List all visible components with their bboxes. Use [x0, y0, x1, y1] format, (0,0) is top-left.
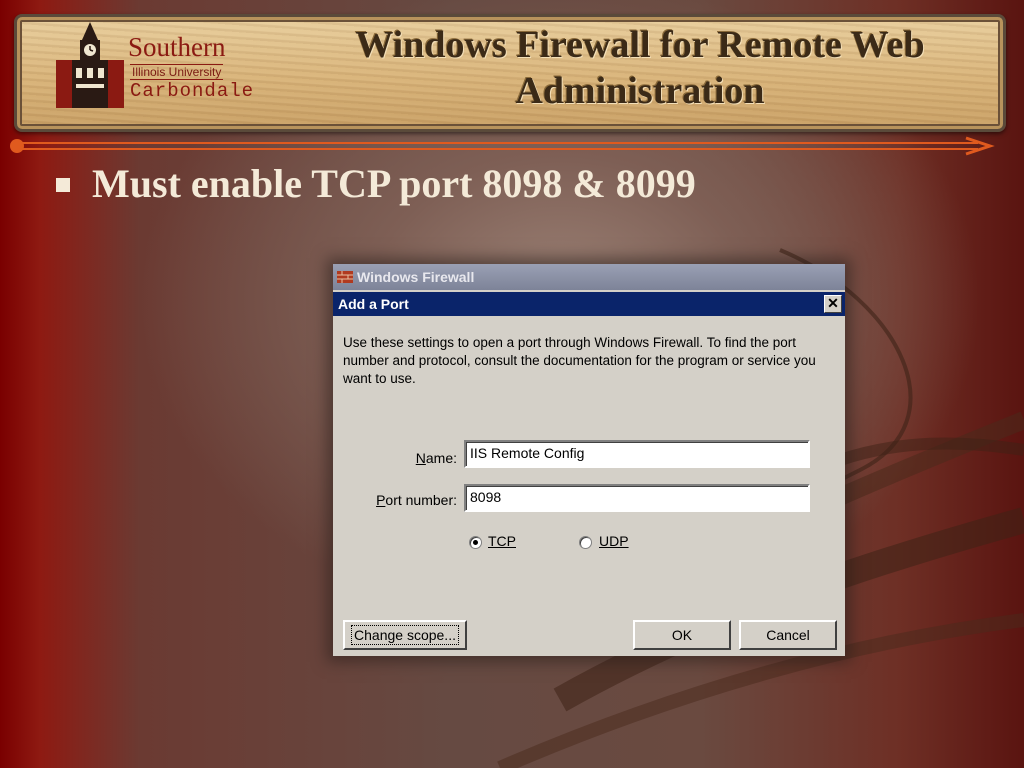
- slide-title: Windows Firewall for Remote Web Administ…: [290, 22, 990, 114]
- logo-illinois-university: Illinois University: [130, 64, 224, 80]
- change-scope-button[interactable]: Change scope...: [343, 620, 467, 650]
- radio-selected-dot: [473, 540, 478, 545]
- close-icon: ✕: [827, 295, 839, 311]
- udp-label[interactable]: UDP: [599, 532, 629, 550]
- bullet-text: Must enable TCP port 8098 & 8099: [92, 161, 696, 206]
- add-port-title: Add a Port: [338, 296, 409, 312]
- bullet-marker: [56, 178, 70, 192]
- port-number-field[interactable]: 8098: [464, 484, 810, 512]
- title-rule-arrow: [10, 136, 995, 156]
- logo-southern: Southern: [128, 32, 226, 62]
- tcp-label[interactable]: TCP: [488, 532, 516, 550]
- slide-title-line2: Administration: [515, 70, 765, 112]
- firewall-dialog-screenshot: Windows Firewall Add a Port ✕ Use these …: [333, 264, 845, 656]
- firewall-icon: [337, 271, 353, 283]
- cancel-button[interactable]: Cancel: [739, 620, 837, 650]
- slide-title-line1: Windows Firewall for Remote Web: [355, 24, 925, 66]
- dialog-description: Use these settings to open a port throug…: [343, 335, 816, 386]
- windows-firewall-title: Windows Firewall: [357, 269, 475, 285]
- university-logo: Southern Illinois University Carbondale: [36, 12, 266, 114]
- windows-firewall-titlebar: Windows Firewall: [333, 264, 845, 290]
- clock-tower-icon: [56, 22, 124, 108]
- port-number-label: Port number:: [376, 492, 457, 508]
- close-button[interactable]: ✕: [824, 295, 842, 313]
- ok-button[interactable]: OK: [633, 620, 731, 650]
- tcp-radio[interactable]: [469, 536, 482, 549]
- name-field[interactable]: IIS Remote Config: [464, 440, 810, 468]
- udp-radio[interactable]: [579, 536, 592, 549]
- logo-carbondale: Carbondale: [130, 80, 255, 102]
- add-port-titlebar[interactable]: Add a Port ✕: [333, 292, 845, 316]
- name-label: Name:: [415, 450, 457, 466]
- change-scope-label: Change scope...: [351, 625, 459, 645]
